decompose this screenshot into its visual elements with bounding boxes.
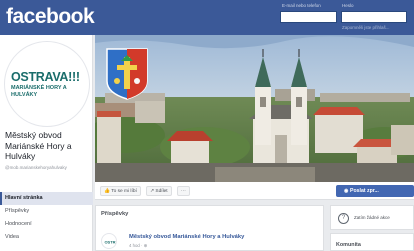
messenger-icon: ◉	[344, 188, 349, 194]
cover-photo[interactable]	[95, 35, 414, 182]
events-icon: ?	[338, 213, 349, 224]
post-timestamp[interactable]: 4 hod · ⊕	[129, 243, 147, 249]
share-button[interactable]: ↗ Sdílet	[146, 186, 172, 196]
sidebar-nav: Hlavní stránka Příspěvky Hodnocení Videa	[0, 192, 93, 244]
facebook-logo[interactable]: facebook	[6, 5, 95, 29]
profile-picture-subtitle: MARIÁNSKÉ HORY A HULVÁKY	[11, 85, 67, 98]
password-label: Heslo	[342, 3, 354, 8]
community-box: Komunita	[330, 233, 414, 251]
sidebar-item-videos[interactable]: Videa	[0, 231, 93, 244]
left-sidebar: OSTRAVA!!! MARIÁNSKÉ HORY A HULVÁKY Měst…	[0, 35, 93, 251]
email-label: E-mail nebo telefon	[282, 3, 321, 8]
page-name: Městský obvod Mariánské Hory a Hulváky	[5, 130, 72, 161]
events-label: Zatím žádné akce	[354, 215, 390, 220]
like-button-label: To se mi líbí	[111, 189, 137, 194]
sidebar-item-home[interactable]: Hlavní stránka	[0, 192, 93, 205]
send-message-label: Poslat zpr...	[349, 188, 379, 194]
page-handle[interactable]: @mob.marianskehoryahulvaky	[5, 165, 91, 170]
events-box: ? Zatím žádné akce	[330, 205, 414, 230]
send-message-button[interactable]: ◉ Poslat zpr...	[336, 185, 414, 197]
share-button-label: Sdílet	[155, 189, 168, 194]
like-button[interactable]: 👍 To se mi líbí	[100, 186, 141, 196]
cover-photo-image	[95, 35, 414, 182]
right-column: ? Zatím žádné akce Komunita	[330, 205, 414, 251]
page-action-bar: 👍 To se mi líbí ↗ Sdílet ··· ◉ Poslat zp…	[95, 182, 414, 200]
posts-section: Příspěvky OSTR Městský obvod Mariánské H…	[95, 205, 324, 251]
profile-picture-title: OSTRAVA!!!	[11, 70, 80, 84]
post-author-avatar[interactable]: OSTR	[101, 233, 117, 249]
community-heading: Komunita	[336, 242, 361, 248]
post-timestamp-text: 4 hod ·	[129, 243, 144, 248]
svg-text:OSTR: OSTR	[104, 240, 115, 245]
forgot-password-link[interactable]: Zapomněli jste přihlaš...	[342, 25, 390, 30]
profile-picture[interactable]: OSTRAVA!!! MARIÁNSKÉ HORY A HULVÁKY	[4, 41, 90, 127]
post-author-name[interactable]: Městský obvod Mariánské Hory a Hulváky	[129, 234, 244, 240]
coat-of-arms-icon	[106, 48, 148, 100]
like-icon: 👍	[104, 189, 110, 194]
email-input[interactable]	[280, 11, 337, 23]
posts-heading: Příspěvky	[101, 211, 129, 217]
globe-icon: ⊕	[143, 243, 148, 248]
share-icon: ↗	[150, 189, 155, 194]
password-input[interactable]	[341, 11, 407, 23]
top-navigation-bar: facebook E-mail nebo telefon Heslo Zapom…	[0, 0, 414, 35]
sidebar-item-posts[interactable]: Příspěvky	[0, 205, 93, 218]
more-options-button[interactable]: ···	[177, 186, 190, 196]
sidebar-item-reviews[interactable]: Hodnocení	[0, 218, 93, 231]
